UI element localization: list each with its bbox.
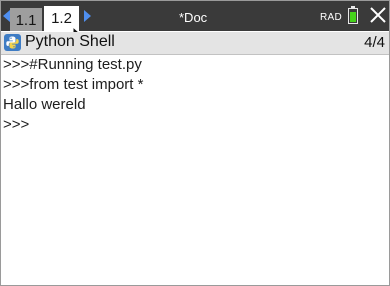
document-tab-bar: 1.1 1.2 *Doc RAD (1, 1, 389, 31)
battery-icon (348, 8, 358, 24)
console-prompt-line[interactable]: >>> (3, 115, 387, 135)
calculator-screen: 1.1 1.2 *Doc RAD Python Shell 4/4 >>>#Ru… (0, 0, 390, 286)
nav-left-arrow-icon[interactable] (3, 10, 10, 22)
angle-mode-indicator: RAD (320, 12, 343, 23)
battery-level-fill (350, 12, 356, 22)
close-icon[interactable] (369, 6, 387, 24)
nav-right-arrow-icon[interactable] (84, 10, 91, 22)
app-title: Python Shell (25, 33, 115, 50)
page-indicator: 4/4 (364, 34, 385, 51)
python-icon (4, 34, 21, 51)
console-line: >>>#Running test.py (3, 56, 142, 73)
console-line: >>>from test import * (3, 76, 144, 93)
app-title-bar: Python Shell 4/4 (1, 32, 389, 55)
shell-console[interactable]: >>>#Running test.py >>>from test import … (3, 55, 387, 283)
document-title: *Doc (179, 10, 208, 25)
console-output-line: Hallo wereld (3, 96, 86, 113)
tab-page-1-1[interactable]: 1.1 (10, 8, 42, 31)
